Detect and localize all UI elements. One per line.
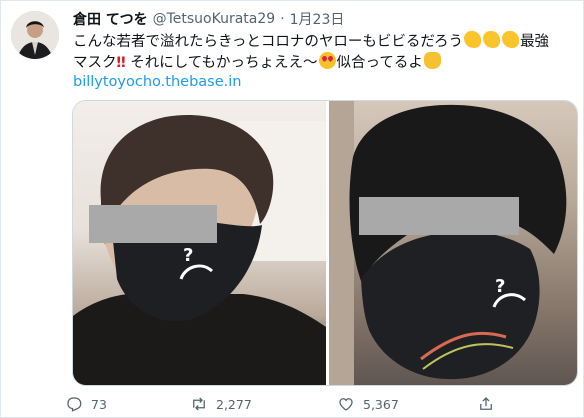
reply-icon: [67, 397, 82, 412]
tweet-text-line1: こんな若者で溢れたらきっとコロナのヤローもビビるだろう: [73, 34, 464, 50]
share-button[interactable]: [477, 393, 503, 415]
retweet-icon: [193, 397, 205, 411]
mask-mark-right: ?: [495, 276, 505, 297]
tweet-card[interactable]: 倉田 てつを @TetsuoKurata29 · 1月23日 こんな若者で溢れた…: [0, 0, 584, 418]
double-exclamation-emoji: ‼: [116, 55, 126, 71]
reply-count: 73: [91, 396, 107, 412]
photo-grid: ? ?: [72, 100, 578, 386]
censor-bar-right: [359, 197, 519, 235]
muscle-emoji: [464, 31, 482, 48]
author-name[interactable]: 倉田 てつを: [73, 9, 148, 29]
heart-eyes-emoji: [318, 52, 336, 69]
mask-mark-left: ?: [183, 245, 193, 266]
retweet-count: 2,277: [216, 396, 252, 412]
photo-right-image: ?: [329, 101, 567, 385]
avatar[interactable]: [11, 11, 59, 59]
reply-button[interactable]: 73: [65, 393, 107, 415]
censor-bar-left: [89, 205, 217, 243]
photo-left[interactable]: ?: [73, 101, 326, 385]
tweet-text: こんな若者で溢れたらきっとコロナのヤローもビビるだろう 最強 マスク‼ それにして…: [73, 31, 573, 73]
photo-left-image: ?: [73, 114, 326, 385]
like-icon: [339, 398, 353, 411]
retweet-button[interactable]: 2,277: [190, 393, 252, 415]
thumbs-up-emoji: [423, 52, 441, 69]
photo-right[interactable]: ?: [329, 101, 577, 385]
separator: ·: [280, 11, 285, 27]
muscle-emoji: [502, 31, 520, 48]
tweet-date[interactable]: 1月23日: [290, 9, 345, 29]
muscle-emoji: [483, 31, 501, 48]
like-count: 5,367: [363, 396, 399, 412]
tweet-header: 倉田 てつを @TetsuoKurata29 · 1月23日: [73, 9, 344, 29]
tweet-text-line2-start: マスク: [73, 55, 117, 71]
tweet-link[interactable]: billytoyocho.thebase.in: [73, 74, 241, 90]
tweet-text-line2-end: 似合ってるよ: [336, 55, 423, 71]
share-icon: [480, 397, 492, 410]
tweet-text-line1-end: 最強: [520, 34, 550, 50]
tweet-text-line2-mid: それにしてもかっちょええ〜: [130, 55, 318, 71]
author-handle[interactable]: @TetsuoKurata29: [153, 11, 276, 27]
like-button[interactable]: 5,367: [337, 393, 399, 415]
tweet-actions: 73 2,277 5,367: [65, 393, 565, 415]
avatar-image: [11, 11, 59, 59]
